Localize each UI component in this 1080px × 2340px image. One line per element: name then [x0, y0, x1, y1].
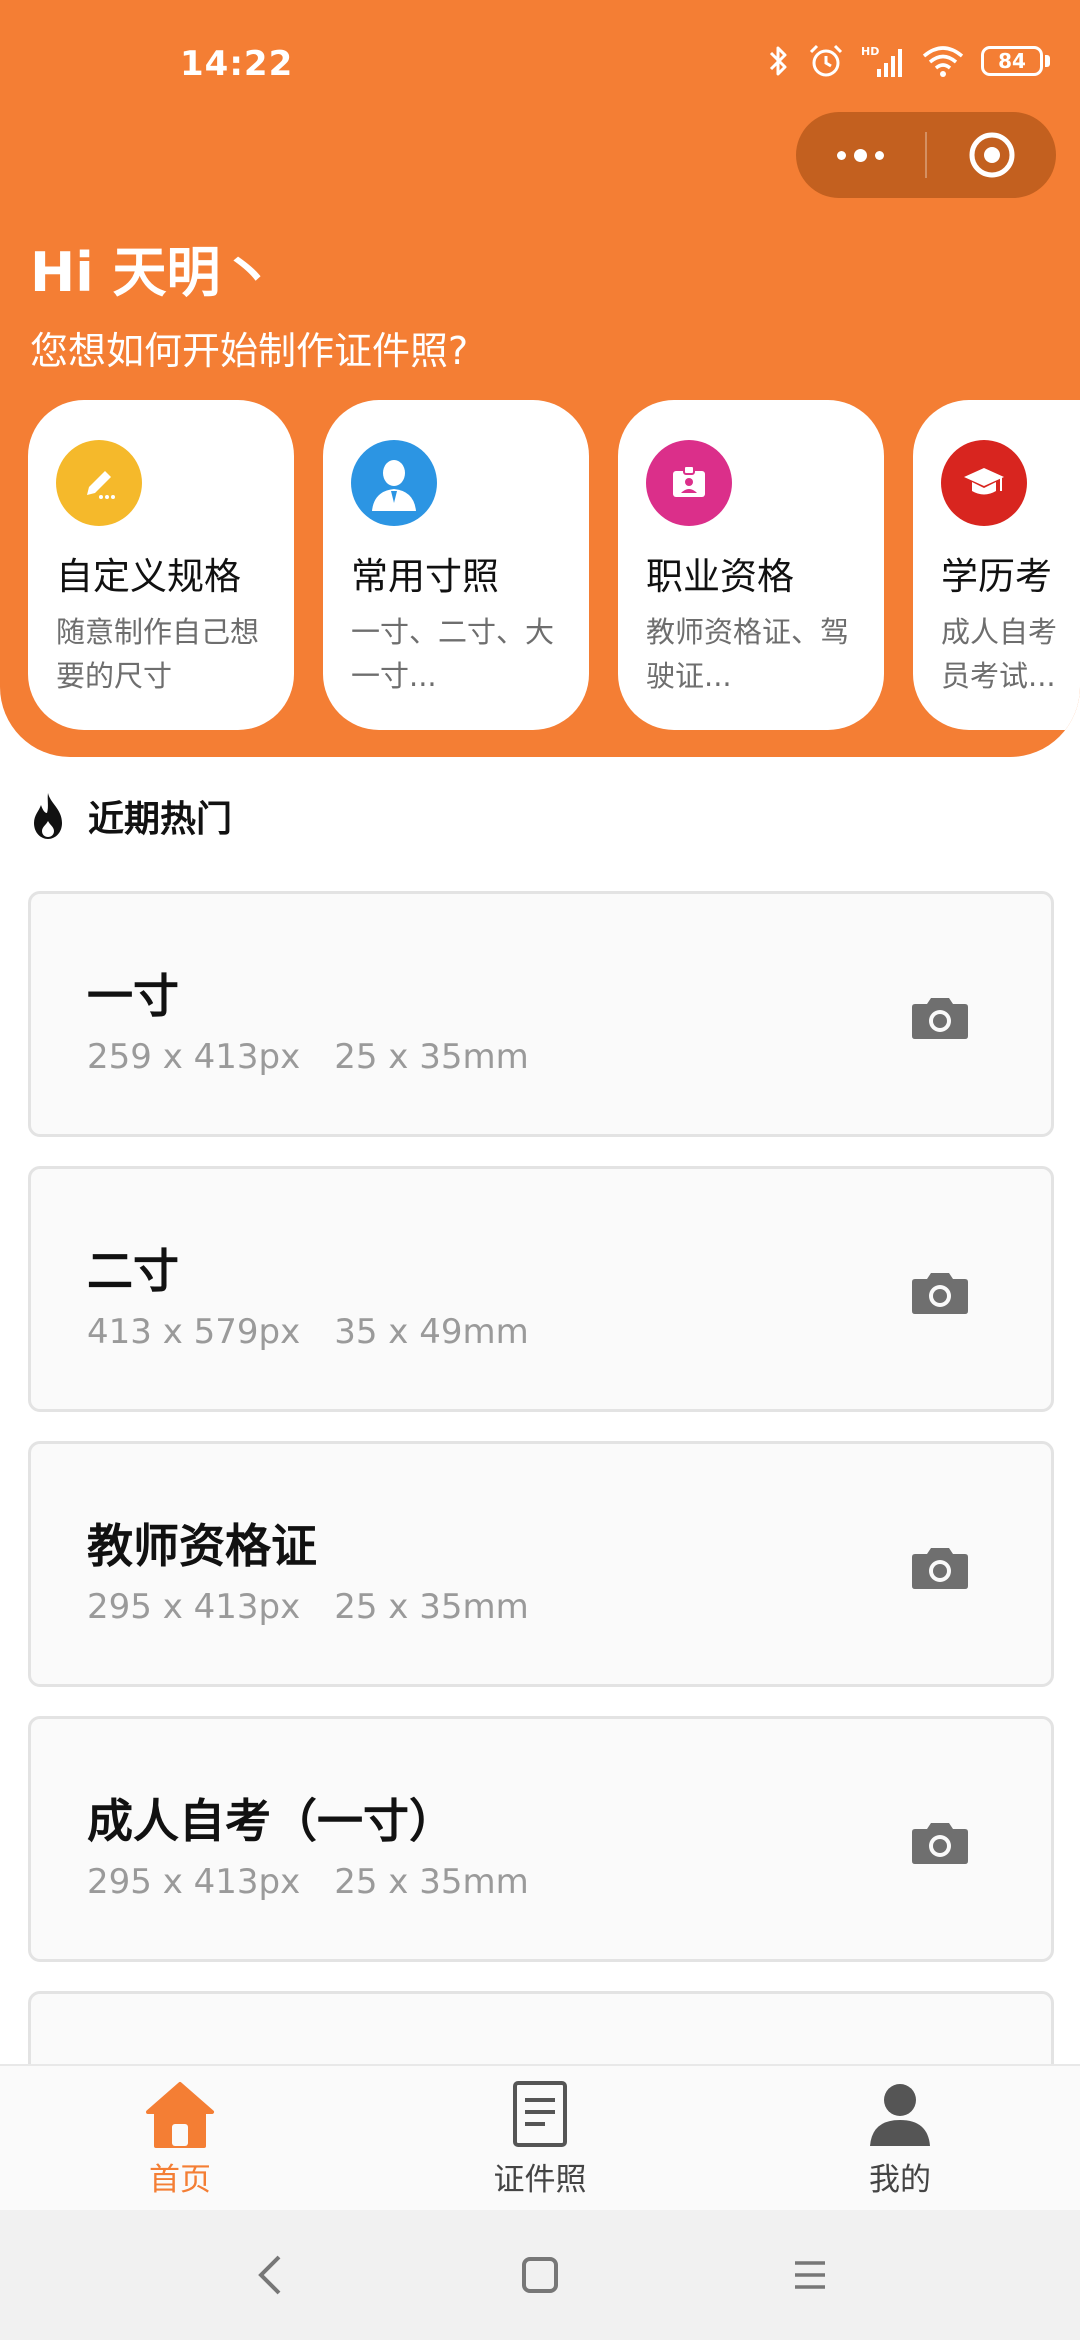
list-item[interactable]: 成人自考（一寸） 295 x 413px 25 x 35mm: [28, 1716, 1054, 1962]
tab-photos-label: 证件照: [493, 2162, 587, 2198]
item-spec: 259 x 413px 25 x 35mm: [87, 1037, 529, 1077]
wifi-icon: [922, 46, 964, 77]
system-nav-bar: [0, 2210, 1080, 2340]
square-icon: [522, 2257, 558, 2293]
category-title: 职业资格: [646, 555, 794, 598]
category-title: 常用寸照: [351, 555, 499, 598]
tab-mine-label: 我的: [869, 2162, 931, 2198]
category-desc: 教师资格证、驾 驶证...: [646, 615, 850, 693]
category-card-education[interactable]: 学历考 成人自考 员考试...: [913, 400, 1080, 730]
category-title: 学历考: [941, 555, 1052, 598]
menu-nav-button[interactable]: [780, 2245, 840, 2305]
greeting-subtitle: 您想如何开始制作证件照?: [30, 329, 469, 373]
category-card-common[interactable]: 常用寸照 一寸、二寸、大 一寸...: [323, 400, 589, 730]
tab-photos[interactable]: 证件照: [360, 2066, 720, 2210]
category-card-custom[interactable]: 自定义规格 随意制作自己想 要的尺寸: [28, 400, 294, 730]
category-desc: 随意制作自己想 要的尺寸: [56, 615, 260, 693]
list-item[interactable]: 二寸 413 x 579px 35 x 49mm: [28, 1166, 1054, 1412]
status-time: 14:22: [180, 44, 294, 84]
fire-icon: [34, 793, 62, 839]
signal-icon: HD: [861, 45, 902, 77]
tab-mine[interactable]: 我的: [720, 2066, 1080, 2210]
pencil-icon: [56, 440, 142, 526]
user-icon: [870, 2084, 930, 2146]
battery-level: 84: [981, 46, 1043, 76]
category-desc: 一寸、二寸、大 一寸...: [351, 615, 555, 693]
home-nav-button[interactable]: [510, 2245, 570, 2305]
section-title-label: 近期热门: [88, 799, 233, 840]
item-spec: 413 x 579px 35 x 49mm: [87, 1312, 529, 1352]
camera-icon[interactable]: [911, 994, 969, 1040]
mini-program-capsule: [796, 112, 1056, 198]
chevron-left-icon: [258, 2255, 281, 2295]
back-button[interactable]: [240, 2245, 300, 2305]
person-icon: [351, 440, 437, 526]
item-name: 成人自考（一寸）: [87, 1794, 455, 1848]
tab-home-label: 首页: [149, 2162, 211, 2198]
category-card-professional[interactable]: 职业资格 教师资格证、驾 驶证...: [618, 400, 884, 730]
badge-icon: [646, 440, 732, 526]
menu-icon: [795, 2261, 825, 2289]
list-item[interactable]: 一寸 259 x 413px 25 x 35mm: [28, 891, 1054, 1137]
camera-icon[interactable]: [911, 1269, 969, 1315]
category-title: 自定义规格: [56, 555, 241, 598]
item-spec: 295 x 413px 25 x 35mm: [87, 1587, 529, 1627]
status-icons: HD 84: [767, 42, 1050, 80]
battery-icon: 84: [981, 46, 1050, 76]
graduation-cap-icon: [941, 440, 1027, 526]
tab-bar: 首页 证件照 我的: [0, 2064, 1080, 2210]
item-spec: 295 x 413px 25 x 35mm: [87, 1862, 529, 1902]
camera-icon[interactable]: [911, 1544, 969, 1590]
more-button[interactable]: [796, 112, 925, 198]
close-program-button[interactable]: [927, 112, 1056, 198]
category-cards: 自定义规格 随意制作自己想 要的尺寸 常用寸照 一寸、二寸、大 一寸... 职业…: [28, 400, 1080, 730]
item-name: 一寸: [87, 969, 179, 1023]
header: 14:22 HD 84 Hi 天明丶 您想如何开始制作证件照? 自定义规格 随意…: [0, 0, 1080, 757]
greeting-title: Hi 天明丶: [30, 241, 275, 304]
item-name: 二寸: [87, 1244, 179, 1298]
section-title: 近期热门: [28, 790, 232, 842]
camera-icon[interactable]: [911, 1819, 969, 1865]
target-icon: [969, 132, 1014, 178]
category-desc: 成人自考 员考试...: [941, 615, 1058, 693]
document-icon: [513, 2081, 567, 2147]
bluetooth-icon: [769, 46, 787, 76]
list-item[interactable]: 教师资格证 295 x 413px 25 x 35mm: [28, 1441, 1054, 1687]
more-dots-icon: [837, 148, 884, 162]
network-label: HD: [861, 45, 879, 58]
tab-home[interactable]: 首页: [0, 2066, 360, 2210]
item-name: 教师资格证: [87, 1519, 317, 1573]
home-icon: [146, 2082, 214, 2148]
alarm-icon: [809, 44, 843, 77]
